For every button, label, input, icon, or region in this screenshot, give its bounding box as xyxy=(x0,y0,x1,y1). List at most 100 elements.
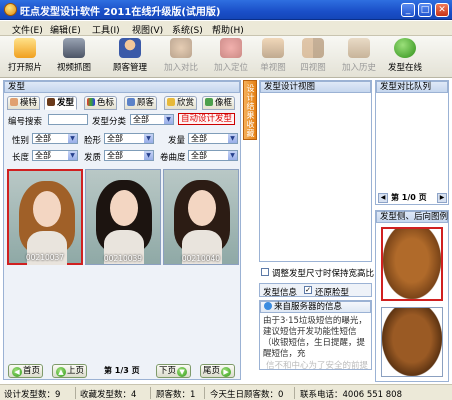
back-view-image[interactable] xyxy=(381,307,443,377)
maximize-button[interactable]: □ xyxy=(418,3,432,17)
online-button[interactable]: 发型在线 xyxy=(386,38,424,73)
chevron-down-icon: ▼ xyxy=(68,151,77,160)
tab-hairstyle[interactable]: 发型 xyxy=(44,96,78,110)
side-view-image[interactable] xyxy=(381,227,443,301)
globe-icon xyxy=(394,38,416,58)
frame-icon xyxy=(205,98,213,106)
menu-file[interactable]: 文件(E) xyxy=(12,23,43,36)
tab-frame[interactable]: 像框 xyxy=(202,96,236,110)
toolbar: 打开照片 视频抓图 顾客管理 加入对比 加入定位 单视图 四视图 加入历史 发型… xyxy=(0,36,452,78)
restore-label: 还原脸型 xyxy=(315,288,350,298)
folder-icon xyxy=(14,38,36,58)
next-page-button[interactable]: 下页 ▼ xyxy=(156,364,192,378)
tab-model[interactable]: 模特 xyxy=(7,96,41,110)
sync-size-checkbox[interactable] xyxy=(261,268,269,276)
customer-icon xyxy=(127,98,135,106)
info-text: 由于3·15垃圾短信的曝光，建议短信开发功能性短信（收银短信，生日提醒，提醒短信… xyxy=(263,316,367,359)
chevron-down-icon: ▼ xyxy=(228,151,237,160)
panel-header: 发型对比队列 xyxy=(376,81,448,93)
page-indicator: 第 1/3 页 xyxy=(104,366,140,375)
app-icon xyxy=(4,3,17,16)
saved-count: 收藏发型数：4 xyxy=(80,390,137,400)
gallery-icon xyxy=(167,98,175,106)
hairstyle-thumb[interactable]: 00210039 xyxy=(85,169,161,265)
last-page-icon: ▶ xyxy=(221,367,232,377)
single-view-icon xyxy=(262,38,284,58)
compare-queue-panel: 发型对比队列 ◀ 第 1/0 页 ▶ xyxy=(375,80,449,205)
face-shape-label: 脸形 xyxy=(84,136,102,146)
side-view-panel: 发型侧、后向图例 xyxy=(375,210,449,382)
menu-bar: 文件(E) 编辑(E) 工具(I) 视图(V) 系统(S) 帮助(H) xyxy=(0,21,452,36)
volume-select[interactable]: 全部 ▼ xyxy=(188,133,238,144)
model-icon xyxy=(10,98,18,106)
menu-system[interactable]: 系统(S) xyxy=(172,23,203,36)
search-label: 编号搜索 xyxy=(8,117,43,127)
design-view-panel: 发型设计视图 xyxy=(259,80,372,262)
chevron-down-icon: ▼ xyxy=(164,115,173,124)
info-source-header: 来自服务器的信息 xyxy=(260,301,371,313)
add-locate-button[interactable]: 加入定位 xyxy=(212,38,250,73)
search-input[interactable] xyxy=(48,114,88,125)
curl-select[interactable]: 全部 ▼ xyxy=(188,150,238,161)
hairstyle-thumb[interactable]: 00210037 xyxy=(7,169,83,265)
compare-next-button[interactable]: ▶ xyxy=(437,193,447,203)
favorites-tab[interactable]: 设计结果收藏 xyxy=(243,80,257,140)
watermark-text: 信不和中心为了安全的前提 xyxy=(266,361,369,371)
customer-mgmt-button[interactable]: 顾客管理 xyxy=(108,38,152,73)
server-info-box: 来自服务器的信息 由于3·15垃圾短信的曝光，建议短信开发功能性短信（收银短信，… xyxy=(259,300,372,371)
window-title: 旺点发型设计软件 2011在线升级版(试用版) xyxy=(20,7,221,18)
designed-count: 设计发型数：9 xyxy=(4,390,61,400)
arrow-down-icon: ▼ xyxy=(177,367,188,377)
compare-prev-button[interactable]: ◀ xyxy=(378,193,388,203)
history-icon xyxy=(348,38,370,58)
contact-phone: 联系电话：4006 551 808 xyxy=(300,390,402,400)
quick-select-label: 发型信息 xyxy=(263,288,298,298)
last-page-button[interactable]: 尾页 ▶ xyxy=(200,364,236,378)
video-capture-button[interactable]: 视频抓图 xyxy=(54,38,94,73)
single-view-button[interactable]: 单视图 xyxy=(258,38,288,73)
sync-size-label: 调整发型尺寸时保持宽高比 xyxy=(272,269,375,279)
panel-header: 发型侧、后向图例 xyxy=(376,211,448,223)
minimize-button[interactable]: _ xyxy=(401,3,415,17)
panel-header: 发型设计视图 xyxy=(260,81,371,93)
gender-label: 性别 xyxy=(12,136,30,146)
menu-view[interactable]: 视图(V) xyxy=(132,23,163,36)
view-options-bar: 发型信息 ✓ 还原脸型 xyxy=(259,283,372,298)
close-button[interactable]: ✕ xyxy=(435,3,449,17)
customer-count: 顾客数：1 xyxy=(156,390,196,400)
gender-select[interactable]: 全部 ▼ xyxy=(32,133,78,144)
first-page-icon: ◀ xyxy=(12,367,22,377)
category-label: 发型分类 xyxy=(92,117,127,127)
menu-tools[interactable]: 工具(I) xyxy=(92,23,120,36)
status-bar: 设计发型数：9 收藏发型数：4 顾客数：1 今天生日顾客数：0 联系电话：400… xyxy=(0,384,452,400)
quality-select[interactable]: 全部 ▼ xyxy=(104,150,154,161)
prev-page-button[interactable]: ▲ 上页 xyxy=(52,364,88,378)
hairstyle-thumb[interactable]: 00210040 xyxy=(163,169,239,265)
tab-gallery[interactable]: 欣赏 xyxy=(164,96,198,110)
arrow-up-icon: ▲ xyxy=(56,367,66,377)
add-history-button[interactable]: 加入历史 xyxy=(340,38,378,73)
category-select[interactable]: 全部 ▼ xyxy=(130,114,174,125)
info-icon xyxy=(264,302,272,310)
curl-label: 卷曲度 xyxy=(160,153,186,163)
compare-icon xyxy=(170,38,192,58)
tab-customer[interactable]: 顾客 xyxy=(124,96,158,110)
face-shape-select[interactable]: 全部 ▼ xyxy=(104,133,154,144)
volume-label: 发量 xyxy=(168,136,186,146)
auto-design-button[interactable]: 自动设计发型 xyxy=(178,113,236,125)
birthday-count: 今天生日顾客数：0 xyxy=(210,390,284,400)
length-label: 长度 xyxy=(12,153,30,163)
open-photo-button[interactable]: 打开照片 xyxy=(8,38,42,73)
menu-help[interactable]: 帮助(H) xyxy=(212,23,244,36)
four-view-button[interactable]: 四视图 xyxy=(296,38,330,73)
add-compare-button[interactable]: 加入对比 xyxy=(162,38,200,73)
hairstyle-panel: 发型 模特 发型 色标 顾客 欣赏 像框 编号搜索 发型分类 全部 ▼ 自动设计发… xyxy=(3,80,241,380)
length-select[interactable]: 全部 ▼ xyxy=(32,150,78,161)
four-view-icon xyxy=(302,38,324,58)
tab-color[interactable]: 色标 xyxy=(84,96,118,110)
panel-header: 发型 xyxy=(4,81,240,93)
menu-edit[interactable]: 编辑(E) xyxy=(50,23,81,36)
first-page-button[interactable]: ◀ 首页 xyxy=(8,364,44,378)
restore-checkbox[interactable]: ✓ xyxy=(304,286,312,294)
palette-icon xyxy=(87,98,95,106)
